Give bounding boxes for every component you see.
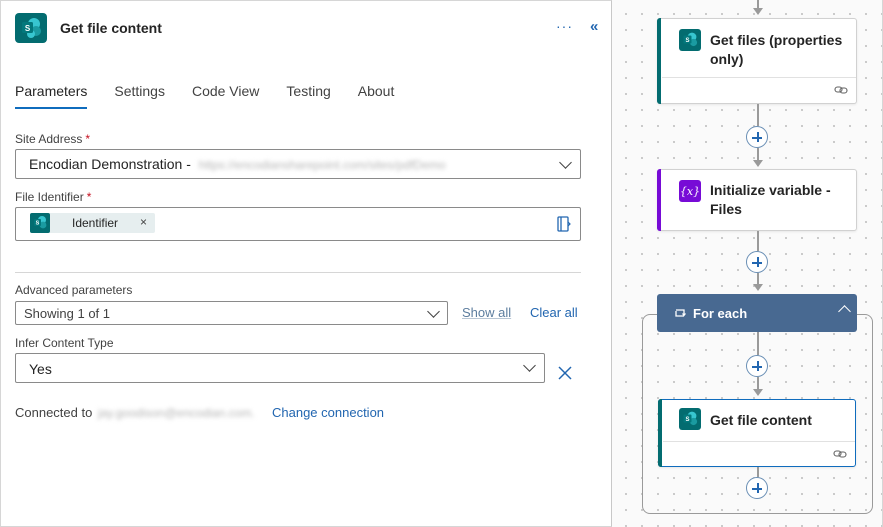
action-details-panel: S Get file content ··· « Parameters Sett… [0, 0, 612, 527]
card-accent-bar [657, 18, 661, 104]
tab-parameters[interactable]: Parameters [15, 83, 88, 111]
card-title: Initialize variable - Files [710, 181, 831, 219]
tab-code-view[interactable]: Code View [192, 83, 259, 111]
remove-parameter-icon[interactable] [557, 365, 573, 381]
site-address-label: Site Address * [15, 132, 90, 146]
show-all-link[interactable]: Show all [462, 305, 511, 320]
foreach-title: For each [693, 306, 748, 321]
svg-text:S: S [25, 24, 31, 33]
change-connection-link[interactable]: Change connection [272, 405, 384, 420]
infer-content-type-value: Yes [29, 361, 52, 377]
remove-token-icon[interactable]: × [140, 215, 147, 229]
tab-bar: Parameters Settings Code View Testing Ab… [15, 83, 421, 111]
connection-info: Connected to jay.goodison@encodian.com. [15, 405, 255, 420]
tab-testing[interactable]: Testing [286, 83, 330, 111]
required-mark: * [85, 132, 91, 146]
site-address-name: Encodian Demonstration - [29, 156, 191, 172]
file-identifier-label-text: File Identifier [15, 190, 84, 204]
action-card-get-files[interactable]: S Get files (properties only) [657, 18, 857, 104]
advanced-parameters-dropdown[interactable]: Showing 1 of 1 [15, 301, 448, 325]
more-options-icon[interactable]: ··· [556, 18, 573, 34]
card-accent-bar [658, 399, 662, 467]
infer-content-type-dropdown[interactable]: Yes [15, 353, 545, 383]
clear-all-link[interactable]: Clear all [530, 305, 578, 320]
card-title-line: Get files (properties [710, 32, 843, 48]
connector-arrow [753, 8, 763, 15]
svg-text:S: S [685, 417, 689, 423]
add-action-plus-icon[interactable] [746, 126, 768, 148]
sharepoint-icon: S [679, 29, 701, 51]
panel-title: Get file content [60, 20, 162, 36]
foreach-header[interactable]: For each [657, 294, 857, 332]
action-card-get-file-content[interactable]: S Get file content [658, 399, 856, 467]
action-card-initialize-variable[interactable]: {x} Initialize variable - Files [657, 169, 857, 231]
site-address-label-text: Site Address [15, 132, 83, 146]
dynamic-content-icon[interactable] [557, 216, 571, 232]
sharepoint-icon: S [15, 13, 47, 43]
advanced-parameters-value: Showing 1 of 1 [24, 306, 111, 321]
connection-prefix: Connected to [15, 405, 93, 420]
chevron-down-icon [427, 305, 440, 318]
variable-icon: {x} [679, 180, 701, 202]
tab-about[interactable]: About [358, 83, 395, 111]
connector-line [757, 467, 759, 477]
connector-arrow [753, 160, 763, 167]
chevron-down-icon [559, 156, 572, 169]
add-action-plus-icon[interactable] [746, 477, 768, 499]
connector-arrow [753, 389, 763, 396]
connector-arrow [753, 284, 763, 291]
card-title: Get file content [710, 412, 812, 428]
tab-settings[interactable]: Settings [114, 83, 165, 111]
connection-link-icon [833, 450, 847, 458]
panel-header: S Get file content ··· « [1, 1, 611, 57]
sharepoint-icon: S [679, 408, 701, 430]
identifier-token[interactable]: S Identifier × [30, 213, 155, 233]
card-footer [662, 77, 856, 103]
chevron-down-icon [523, 359, 536, 372]
add-action-plus-icon[interactable] [746, 251, 768, 273]
site-address-dropdown[interactable]: Encodian Demonstration - https://encodia… [15, 149, 581, 179]
connector-line [757, 104, 759, 126]
file-identifier-input[interactable]: S Identifier × [15, 207, 581, 241]
card-title: Get files (properties only) [710, 31, 842, 69]
loop-icon [675, 309, 686, 317]
chevron-up-icon[interactable] [838, 305, 851, 318]
connection-account-blurred: jay.goodison@encodian.com. [97, 406, 255, 420]
card-title-line: Initialize variable - [710, 182, 831, 198]
file-identifier-label: File Identifier * [15, 190, 91, 204]
site-address-value: Encodian Demonstration - https://encodia… [29, 156, 446, 172]
add-action-plus-icon[interactable] [746, 355, 768, 377]
card-accent-bar [657, 169, 661, 231]
site-address-url-blurred: https://encodiansharepoint.com/sites/pdf… [198, 158, 446, 172]
connection-link-icon [834, 86, 848, 94]
card-footer [663, 441, 855, 466]
advanced-parameters-label: Advanced parameters [15, 283, 133, 297]
svg-text:S: S [36, 221, 40, 227]
infer-content-type-label: Infer Content Type [15, 336, 114, 350]
token-label: Identifier [72, 216, 119, 230]
card-title-line: Files [710, 201, 742, 217]
connector-line [757, 231, 759, 251]
required-mark: * [86, 190, 92, 204]
card-title-line: only) [710, 51, 744, 67]
sharepoint-icon: S [30, 213, 50, 233]
connector-line [757, 332, 759, 355]
section-divider [15, 272, 581, 273]
svg-text:S: S [685, 38, 689, 44]
collapse-panel-icon[interactable]: « [590, 18, 598, 35]
